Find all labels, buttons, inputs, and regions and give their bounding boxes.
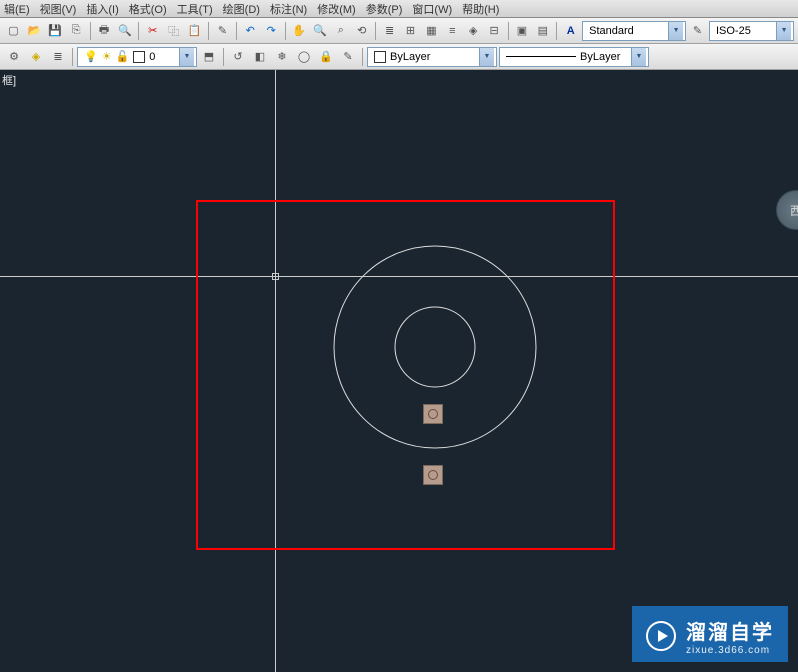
nav-label: 西 <box>790 202 798 219</box>
new-icon[interactable]: ▢ <box>4 21 23 41</box>
linetype-dropdown[interactable]: ByLayer ▼ <box>499 47 649 67</box>
separator <box>236 22 237 40</box>
layers-toolbar: ⚙ ◈ ≣ 💡 ☀ 🔓 0 ▼ ⬒ ↺ ◧ ❄ ◯ 🔒 ✎ ByLayer ▼ … <box>0 44 798 70</box>
dim-style-value: ISO-25 <box>716 25 751 37</box>
drawing-canvas[interactable]: 框] 西 溜溜自学 zixue.3d66.com <box>0 70 798 672</box>
linetype-preview <box>506 56 576 57</box>
lock-icon: 🔓 <box>116 50 130 63</box>
viewcube-west[interactable]: 西 <box>776 190 798 230</box>
chevron-down-icon: ▼ <box>179 48 194 66</box>
menu-draw[interactable]: 绘图(D) <box>223 1 260 17</box>
quickcalc-icon[interactable]: ⊟ <box>485 21 504 41</box>
document-title: 框] <box>2 72 16 88</box>
sun-icon: ☀ <box>102 50 112 63</box>
menu-tools[interactable]: 工具(T) <box>177 1 213 17</box>
chevron-down-icon: ▼ <box>631 48 646 66</box>
text-style-icon[interactable]: A <box>561 21 580 41</box>
redo-icon[interactable]: ↷ <box>262 21 281 41</box>
watermark: 溜溜自学 zixue.3d66.com <box>632 606 788 662</box>
layer-name: 0 <box>149 51 155 63</box>
layer-props-icon[interactable]: ⚙ <box>4 47 24 67</box>
text-style-value: Standard <box>589 25 634 37</box>
separator <box>362 48 363 66</box>
tool-palette-icon[interactable]: ▦ <box>422 21 441 41</box>
design-center-icon[interactable]: ⊞ <box>401 21 420 41</box>
paste-icon[interactable]: 📋 <box>185 21 204 41</box>
cut-icon[interactable]: ✂ <box>143 21 162 41</box>
color-dropdown[interactable]: ByLayer ▼ <box>367 47 497 67</box>
color-swatch <box>374 51 386 63</box>
menu-bar: 辑(E) 视图(V) 插入(I) 格式(O) 工具(T) 绘图(D) 标注(N)… <box>0 0 798 18</box>
menu-insert[interactable]: 插入(I) <box>86 1 118 17</box>
layer-state-icon[interactable]: ≣ <box>48 47 68 67</box>
watermark-title: 溜溜自学 <box>686 616 774 645</box>
copy-icon[interactable]: ⿻ <box>164 21 183 41</box>
zoom-realtime-icon[interactable]: 🔍 <box>310 21 329 41</box>
chevron-down-icon: ▼ <box>776 22 791 40</box>
plot-icon[interactable]: 🖶 <box>95 21 114 41</box>
open-icon[interactable]: 📂 <box>25 21 44 41</box>
menu-edit[interactable]: 辑(E) <box>4 1 30 17</box>
chevron-down-icon: ▼ <box>479 48 494 66</box>
layer-freeze-icon[interactable]: ❄ <box>272 47 292 67</box>
text-style-dropdown[interactable]: Standard ▼ <box>582 21 686 41</box>
zoom-prev-icon[interactable]: ⟲ <box>352 21 371 41</box>
menu-modify[interactable]: 修改(M) <box>317 1 356 17</box>
menu-parametric[interactable]: 参数(P) <box>366 1 403 17</box>
saveas-icon[interactable]: ⎘ <box>67 21 86 41</box>
separator <box>90 22 91 40</box>
zoom-window-icon[interactable]: ⌕ <box>331 21 350 41</box>
menu-help[interactable]: 帮助(H) <box>462 1 499 17</box>
layer-lock-icon[interactable]: 🔒 <box>316 47 336 67</box>
pan-icon[interactable]: ✋ <box>290 21 309 41</box>
menu-view[interactable]: 视图(V) <box>40 1 77 17</box>
layer-match-icon[interactable]: ✎ <box>338 47 358 67</box>
save-icon[interactable]: 💾 <box>46 21 65 41</box>
separator <box>285 22 286 40</box>
separator <box>138 22 139 40</box>
layer-color-swatch <box>133 51 145 63</box>
chevron-down-icon: ▼ <box>668 22 683 40</box>
dim-style-icon[interactable]: ✎ <box>688 21 707 41</box>
block-icon[interactable]: ▣ <box>513 21 532 41</box>
separator <box>72 48 73 66</box>
match-icon[interactable]: ✎ <box>213 21 232 41</box>
layer-off-icon[interactable]: ◯ <box>294 47 314 67</box>
grip-marker[interactable] <box>423 404 443 424</box>
table-icon[interactable]: ▤ <box>533 21 552 41</box>
undo-icon[interactable]: ↶ <box>241 21 260 41</box>
layer-isolate-icon[interactable]: ◧ <box>250 47 270 67</box>
red-highlight-rect <box>196 200 615 550</box>
linetype-value: ByLayer <box>580 51 620 63</box>
grip-marker[interactable] <box>423 465 443 485</box>
layer-filter-icon[interactable]: ◈ <box>26 47 46 67</box>
sheet-set-icon[interactable]: ≡ <box>443 21 462 41</box>
properties-icon[interactable]: ≣ <box>380 21 399 41</box>
preview-icon[interactable]: 🔍 <box>115 21 134 41</box>
play-icon <box>646 621 676 651</box>
separator <box>223 48 224 66</box>
markup-icon[interactable]: ◈ <box>464 21 483 41</box>
menu-dimension[interactable]: 标注(N) <box>270 1 307 17</box>
layer-previous-icon[interactable]: ↺ <box>228 47 248 67</box>
dim-style-dropdown[interactable]: ISO-25 ▼ <box>709 21 794 41</box>
separator <box>208 22 209 40</box>
circle-icon <box>428 470 438 480</box>
color-value: ByLayer <box>390 51 430 63</box>
separator <box>375 22 376 40</box>
menu-format[interactable]: 格式(O) <box>129 1 167 17</box>
bulb-icon: 💡 <box>84 50 98 63</box>
standard-toolbar: ▢ 📂 💾 ⎘ 🖶 🔍 ✂ ⿻ 📋 ✎ ↶ ↷ ✋ 🔍 ⌕ ⟲ ≣ ⊞ ▦ ≡ … <box>0 18 798 44</box>
separator <box>508 22 509 40</box>
separator <box>556 22 557 40</box>
layer-make-current-icon[interactable]: ⬒ <box>199 47 219 67</box>
circle-icon <box>428 409 438 419</box>
menu-window[interactable]: 窗口(W) <box>412 1 452 17</box>
watermark-url: zixue.3d66.com <box>686 645 774 656</box>
layer-dropdown[interactable]: 💡 ☀ 🔓 0 ▼ <box>77 47 197 67</box>
